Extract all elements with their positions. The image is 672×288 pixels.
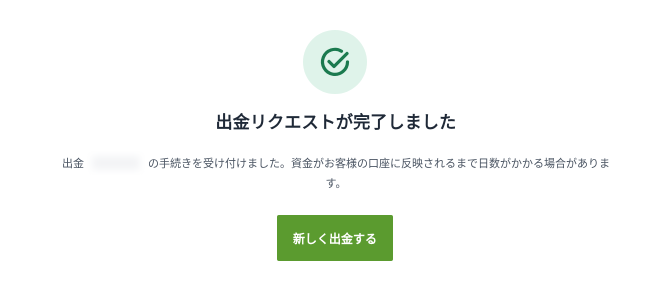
masked-amount — [88, 152, 144, 174]
success-icon-badge — [303, 30, 367, 94]
check-circle-icon — [320, 47, 350, 76]
withdrawal-complete-page: 出金リクエストが完了しました 出金 の手続きを受け付けました。資金がお客様の口座に… — [0, 0, 672, 288]
message-suffix: の手続きを受け付けました。資金がお客様の口座に反映されるまで日数がかかる場合があ… — [148, 157, 610, 190]
new-withdrawal-button[interactable]: 新しく出金する — [277, 215, 393, 261]
completion-message: 出金 の手続きを受け付けました。資金がお客様の口座に反映されるまで日数がかかる場合… — [20, 152, 652, 194]
page-title: 出金リクエストが完了しました — [215, 113, 457, 133]
message-prefix: 出金 — [62, 157, 84, 170]
